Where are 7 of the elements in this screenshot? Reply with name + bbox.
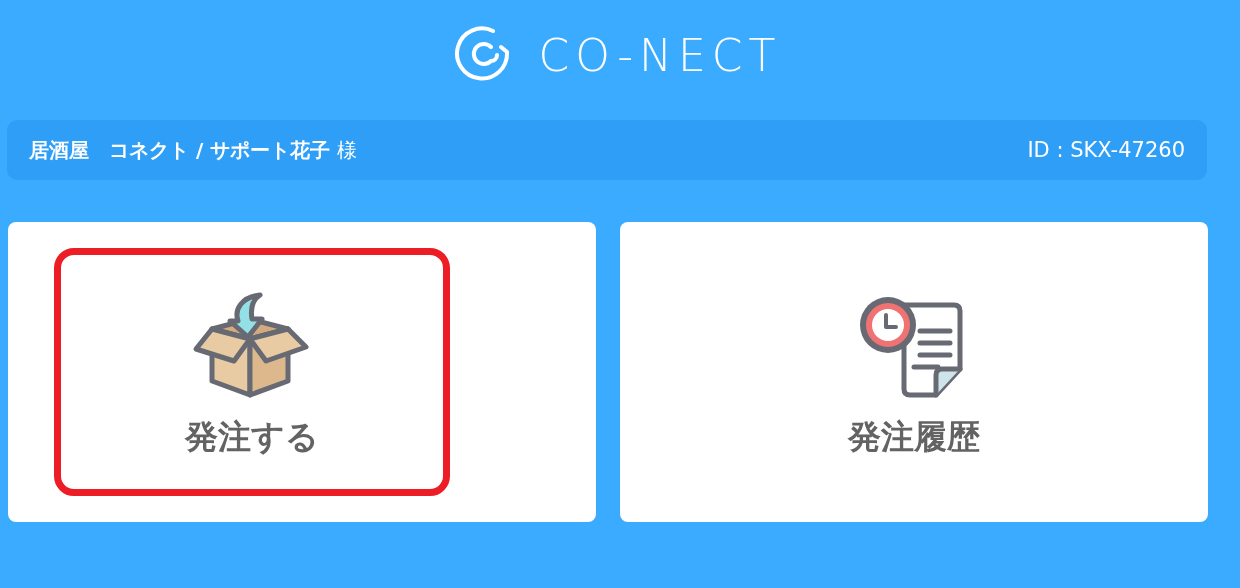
account-id: ID : SKX-47260 bbox=[1027, 138, 1185, 162]
user-name: 居酒屋 コネクト / サポート花子 様 bbox=[29, 136, 357, 164]
menu-label: 発注する bbox=[185, 415, 319, 458]
logo-text: CO-NECT bbox=[538, 29, 782, 81]
menu-label: 発注履歴 bbox=[848, 415, 980, 458]
menu-card[interactable]: 発注する bbox=[8, 222, 596, 522]
menu-card[interactable]: 発注履歴 bbox=[620, 222, 1208, 522]
